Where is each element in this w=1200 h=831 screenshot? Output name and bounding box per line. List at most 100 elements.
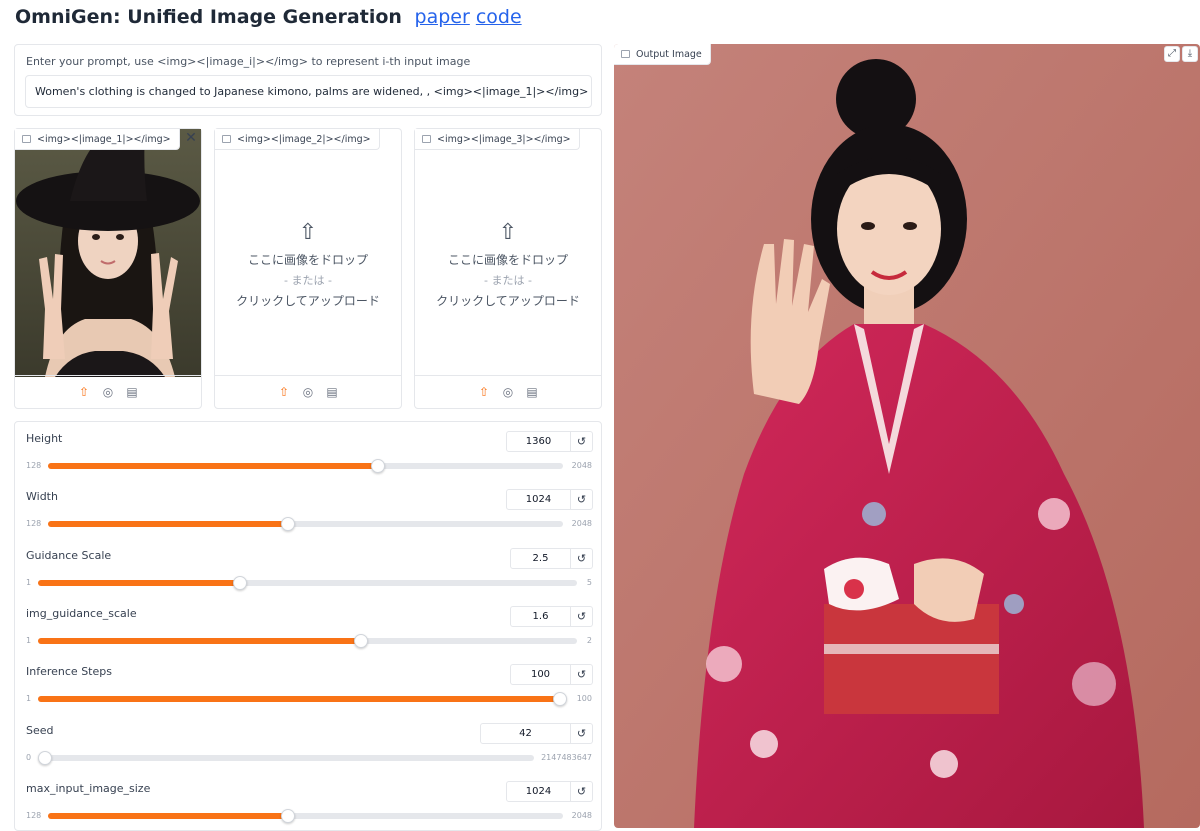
slider-track[interactable]	[38, 576, 577, 590]
slider-thumb[interactable]	[354, 634, 369, 648]
slider-track[interactable]	[48, 459, 563, 473]
slider-height: Height 1360 ↺ 128 2048	[15, 422, 603, 480]
reset-icon[interactable]: ↺	[571, 781, 593, 802]
reset-icon[interactable]: ↺	[571, 489, 593, 510]
reset-icon[interactable]: ↺	[571, 548, 593, 569]
slider-min: 1	[26, 636, 32, 645]
dropzone-text-or: - または -	[484, 273, 532, 287]
slider-max: 2048	[571, 811, 592, 820]
image-input-toolbar: ⇧ ◎ ▤	[415, 375, 601, 408]
slider-label: Inference Steps	[26, 665, 112, 678]
input-image-1-preview	[15, 129, 201, 377]
slider-thumb[interactable]	[38, 751, 52, 765]
slider-seed: Seed 42 ↺ 0 2147483647	[15, 714, 603, 772]
close-icon[interactable]: ✕	[183, 130, 199, 146]
webcam-icon[interactable]: ◎	[301, 385, 315, 399]
image-icon	[621, 50, 630, 58]
slider-number-input[interactable]: 1024	[506, 781, 571, 802]
output-image-panel: Output Image ⤢ ⤓	[614, 44, 1200, 828]
slider-number-input[interactable]: 1.6	[510, 606, 571, 627]
page-title: OmniGen: Unified Image Generation paper c…	[15, 6, 522, 28]
slider-track[interactable]	[38, 751, 534, 765]
slider-img-guidance-scale: img_guidance_scale 1.6 ↺ 1 2	[15, 597, 603, 655]
clipboard-icon[interactable]: ▤	[325, 385, 339, 399]
clipboard-icon[interactable]: ▤	[525, 385, 539, 399]
slider-number-input[interactable]: 1024	[506, 489, 571, 510]
code-link[interactable]: code	[476, 6, 522, 28]
slider-track[interactable]	[48, 517, 563, 531]
image-input-label: <img><|image_1|></img>	[15, 129, 180, 150]
app-title: OmniGen: Unified Image Generation	[15, 6, 402, 28]
slider-thumb[interactable]	[371, 459, 386, 473]
slider-track[interactable]	[38, 692, 567, 706]
slider-thumb[interactable]	[233, 576, 248, 590]
image-icon	[22, 135, 31, 143]
slider-label: max_input_image_size	[26, 782, 151, 795]
fullscreen-icon[interactable]: ⤢	[1164, 46, 1180, 62]
slider-max: 2048	[571, 519, 592, 528]
upload-icon: ⇧	[298, 219, 318, 245]
slider-max: 5	[586, 578, 592, 587]
image-icon	[422, 135, 431, 143]
slider-number-input[interactable]: 1360	[506, 431, 571, 452]
slider-min: 128	[26, 811, 42, 820]
slider-thumb[interactable]	[281, 809, 296, 823]
download-icon[interactable]: ⤓	[1182, 46, 1198, 62]
slider-min: 128	[26, 519, 42, 528]
reset-icon[interactable]: ↺	[571, 431, 593, 452]
image-input-1[interactable]: <img><|image_1|></img> ✕ ⇧ ◎ ▤	[14, 128, 202, 409]
slider-max-input-image-size: max_input_image_size 1024 ↺ 128 2048	[15, 772, 603, 830]
slider-max: 2048	[571, 461, 592, 470]
dropzone-text-click: クリックしてアップロード	[436, 293, 580, 308]
slider-max: 100	[576, 694, 592, 703]
reset-icon[interactable]: ↺	[571, 723, 593, 744]
slider-min: 0	[26, 753, 32, 762]
slider-label: Guidance Scale	[26, 549, 112, 562]
slider-label: Seed	[26, 724, 54, 737]
slider-number-input[interactable]: 42	[480, 723, 571, 744]
prompt-panel: Enter your prompt, use <img><|image_i|><…	[14, 44, 602, 116]
dropzone-text-or: - または -	[284, 273, 332, 287]
output-image	[614, 44, 1200, 828]
image-input-label: <img><|image_3|></img>	[415, 129, 580, 150]
settings-panel: Height 1360 ↺ 128 2048 Width 1024 ↺ 128 …	[14, 421, 602, 831]
slider-min: 128	[26, 461, 42, 470]
upload-icon[interactable]: ⇧	[277, 385, 291, 399]
paper-link[interactable]: paper	[415, 6, 470, 28]
image-dropzone[interactable]: ⇧ ここに画像をドロップ - または - クリックしてアップロード	[215, 151, 401, 377]
clipboard-icon[interactable]: ▤	[125, 385, 139, 399]
dropzone-text-click: クリックしてアップロード	[236, 293, 380, 308]
image-input-3[interactable]: <img><|image_3|></img> ⇧ ここに画像をドロップ - また…	[414, 128, 602, 409]
upload-icon: ⇧	[498, 219, 518, 245]
slider-label: img_guidance_scale	[26, 607, 137, 620]
dropzone-text-drop: ここに画像をドロップ	[447, 252, 568, 267]
reset-icon[interactable]: ↺	[571, 606, 593, 627]
webcam-icon[interactable]: ◎	[101, 385, 115, 399]
slider-track[interactable]	[48, 809, 563, 823]
slider-min: 1	[26, 694, 32, 703]
webcam-icon[interactable]: ◎	[501, 385, 515, 399]
slider-thumb[interactable]	[281, 517, 296, 531]
prompt-input[interactable]: Women's clothing is changed to Japanese …	[25, 75, 592, 108]
image-dropzone[interactable]: ⇧ ここに画像をドロップ - または - クリックしてアップロード	[415, 151, 601, 377]
slider-max: 2147483647	[541, 753, 592, 762]
slider-number-input[interactable]: 100	[510, 664, 571, 685]
slider-track[interactable]	[38, 634, 577, 648]
slider-inference-steps: Inference Steps 100 ↺ 1 100	[15, 655, 603, 713]
image-icon	[222, 135, 231, 143]
prompt-label: Enter your prompt, use <img><|image_i|><…	[26, 55, 471, 68]
image-input-2[interactable]: <img><|image_2|></img> ⇧ ここに画像をドロップ - また…	[214, 128, 402, 409]
output-actions: ⤢ ⤓	[1164, 46, 1198, 62]
slider-label: Height	[26, 432, 63, 445]
slider-max: 2	[586, 636, 592, 645]
upload-icon[interactable]: ⇧	[477, 385, 491, 399]
upload-icon[interactable]: ⇧	[77, 385, 91, 399]
slider-guidance-scale: Guidance Scale 2.5 ↺ 1 5	[15, 539, 603, 597]
reset-icon[interactable]: ↺	[571, 664, 593, 685]
slider-thumb[interactable]	[553, 692, 567, 706]
dropzone-text-drop: ここに画像をドロップ	[247, 252, 368, 267]
image-input-toolbar: ⇧ ◎ ▤	[215, 375, 401, 408]
image-input-toolbar: ⇧ ◎ ▤	[15, 375, 201, 408]
image-input-label: <img><|image_2|></img>	[215, 129, 380, 150]
slider-number-input[interactable]: 2.5	[510, 548, 571, 569]
